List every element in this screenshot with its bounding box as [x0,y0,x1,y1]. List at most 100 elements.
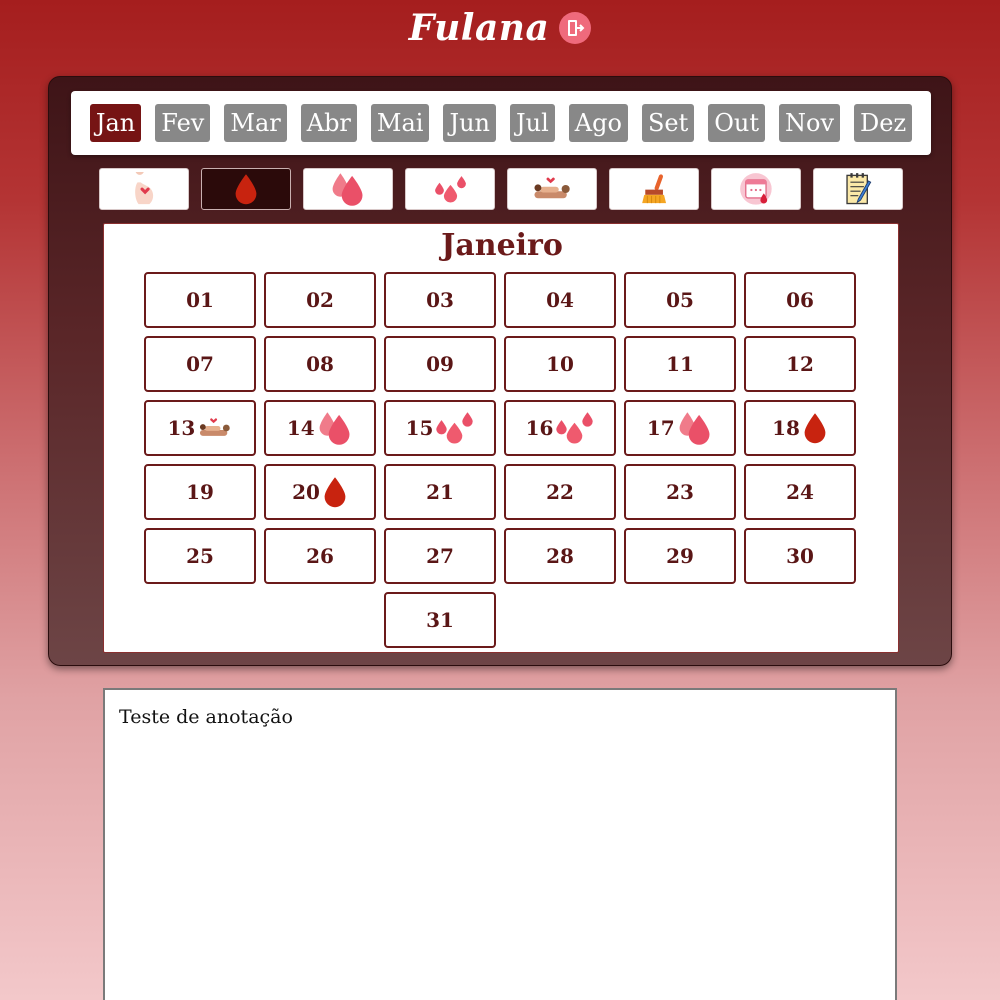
day-cell-08[interactable]: 08 [264,336,376,392]
day-number: 16 [525,416,554,440]
day-cell-25[interactable]: 25 [144,528,256,584]
intercourse-icon [197,417,232,439]
month-button-jun[interactable]: Jun [443,104,497,142]
month-button-out[interactable]: Out [708,104,766,142]
main-panel: Jan Fev Mar Abr Mai Jun Jul Ago Set Out Nov Dez Jan… [48,76,952,666]
calendar: Janeiro 01 02 03 04 05 06 07 08 09 10 11 12 13 14 15 16… [103,223,899,653]
day-cell-10[interactable]: 10 [504,336,616,392]
day-number: 25 [186,544,214,568]
day-cell-14[interactable]: 14 [264,400,376,456]
day-number: 19 [186,480,214,504]
calendar-month-title: Janeiro [441,228,563,263]
day-cell-06[interactable]: 06 [744,272,856,328]
day-cell-07[interactable]: 07 [144,336,256,392]
tool-button-calendar-drop[interactable] [711,168,801,210]
day-cell-22[interactable]: 22 [504,464,616,520]
day-number: 05 [666,288,694,312]
day-cell-21[interactable]: 21 [384,464,496,520]
month-button-nov[interactable]: Nov [779,104,841,142]
day-cell-13[interactable]: 13 [144,400,256,456]
day-number: 11 [666,352,694,376]
day-cell-26[interactable]: 26 [264,528,376,584]
day-cell-04[interactable]: 04 [504,272,616,328]
day-number: 02 [306,288,334,312]
day-number: 07 [186,352,214,376]
day-cell-29[interactable]: 29 [624,528,736,584]
pregnancy-icon [131,172,157,206]
tool-button-two-drops[interactable] [303,168,393,210]
day-cell-19[interactable]: 19 [144,464,256,520]
day-cell-02[interactable]: 02 [264,272,376,328]
notepad-icon [844,172,873,206]
day-cell-03[interactable]: 03 [384,272,496,328]
day-cell-11[interactable]: 11 [624,336,736,392]
month-button-jul[interactable]: Jul [510,104,555,142]
three-drops-icon [555,411,594,445]
two-drops-icon [677,411,713,445]
day-number: 24 [786,480,814,504]
notes-field[interactable] [103,688,897,1000]
tool-button-intercourse[interactable] [507,168,597,210]
day-number: 10 [546,352,574,376]
day-cell-20[interactable]: 20 [264,464,376,520]
day-cell-18[interactable]: 18 [744,400,856,456]
day-cell-31[interactable]: 31 [384,592,496,648]
three-drops-icon [434,175,467,204]
day-cell-28[interactable]: 28 [504,528,616,584]
day-cell-17[interactable]: 17 [624,400,736,456]
logout-icon [565,18,585,38]
day-number: 22 [546,480,574,504]
day-cell-23[interactable]: 23 [624,464,736,520]
drop-dark-icon [322,476,348,509]
day-number: 28 [546,544,574,568]
drop-dark-icon [802,412,828,445]
day-cell-30[interactable]: 30 [744,528,856,584]
day-number: 09 [426,352,454,376]
month-button-jan[interactable]: Jan [89,104,142,142]
month-button-mar[interactable]: Mar [224,104,287,142]
day-number: 13 [167,416,196,440]
day-cell-24[interactable]: 24 [744,464,856,520]
three-drops-icon [435,411,474,445]
month-selector: Jan Fev Mar Abr Mai Jun Jul Ago Set Out Nov Dez [71,91,931,155]
intercourse-icon [531,176,573,202]
marker-toolbar [99,168,903,210]
day-number: 17 [646,416,675,440]
month-button-abr[interactable]: Abr [300,104,357,142]
day-number: 31 [426,608,454,632]
day-grid: 01 02 03 04 05 06 07 08 09 10 11 12 13 14 15 16 17 18 19 20… [144,272,858,648]
day-cell-09[interactable]: 09 [384,336,496,392]
tool-button-drop-dark[interactable] [201,168,291,210]
day-number: 12 [786,352,814,376]
day-number: 04 [546,288,574,312]
day-number: 26 [306,544,334,568]
day-number: 21 [426,480,454,504]
day-number: 14 [286,416,315,440]
month-button-mai[interactable]: Mai [370,104,430,142]
month-button-set[interactable]: Set [641,104,695,142]
two-drops-icon [317,411,353,445]
month-button-ago[interactable]: Ago [568,104,628,142]
drop-dark-icon [233,173,259,206]
day-number: 20 [292,480,320,504]
day-cell-12[interactable]: 12 [744,336,856,392]
day-cell-01[interactable]: 01 [144,272,256,328]
two-drops-icon [330,172,366,206]
day-number: 01 [186,288,214,312]
day-cell-27[interactable]: 27 [384,528,496,584]
day-cell-05[interactable]: 05 [624,272,736,328]
month-button-dez[interactable]: Dez [854,104,913,142]
logout-button[interactable] [559,12,592,44]
day-number: 30 [786,544,814,568]
day-number: 06 [786,288,814,312]
tool-button-three-drops[interactable] [405,168,495,210]
day-cell-15[interactable]: 15 [384,400,496,456]
day-number: 15 [405,416,434,440]
tool-button-pregnancy[interactable] [99,168,189,210]
day-cell-16[interactable]: 16 [504,400,616,456]
app-title: Fulana [408,7,550,49]
tool-button-notepad[interactable] [813,168,903,210]
day-number: 23 [666,480,694,504]
tool-button-broom[interactable] [609,168,699,210]
month-button-fev[interactable]: Fev [155,104,211,142]
